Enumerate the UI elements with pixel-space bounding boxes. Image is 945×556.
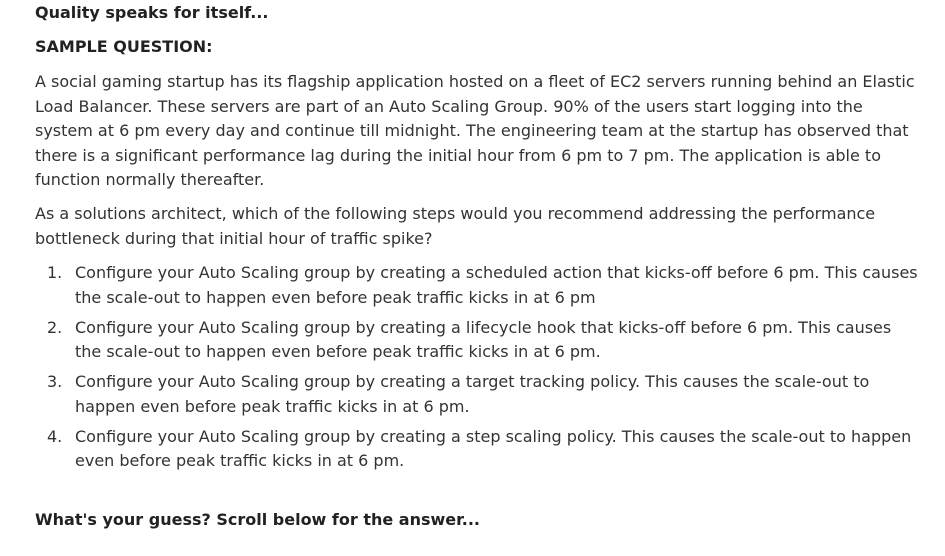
answer-option-1: 1. Configure your Auto Scaling group by … bbox=[0, 261, 930, 310]
sample-question-heading: SAMPLE QUESTION: bbox=[35, 37, 213, 56]
option-text: Configure your Auto Scaling group by cre… bbox=[75, 317, 892, 362]
option-text: Configure your Auto Scaling group by cre… bbox=[75, 372, 870, 416]
option-number: 4. bbox=[47, 426, 63, 446]
question-prompt: As a solutions architect, which of the f… bbox=[35, 204, 876, 248]
option-number: 3. bbox=[47, 372, 63, 391]
document-page: Quality speaks for itself... SAMPLE QUES… bbox=[0, 0, 945, 556]
answer-option-4: 4. Configure your Auto Scaling group by … bbox=[0, 425, 930, 474]
option-text: Configure your Auto Scaling group by cre… bbox=[75, 426, 912, 471]
option-text: Configure your Auto Scaling group by cre… bbox=[75, 263, 918, 307]
guess-footer: What's your guess? Scroll below for the … bbox=[35, 510, 480, 529]
intro-heading: Quality speaks for itself... bbox=[35, 3, 269, 22]
answer-option-2: 2. Configure your Auto Scaling group by … bbox=[0, 316, 930, 365]
option-number: 2. bbox=[47, 317, 63, 337]
answer-options-list: 1. Configure your Auto Scaling group by … bbox=[0, 261, 930, 479]
question-text: A social gaming startup has its flagship… bbox=[35, 72, 915, 189]
answer-option-3: 3. Configure your Auto Scaling group by … bbox=[0, 370, 930, 419]
option-number: 1. bbox=[47, 263, 63, 282]
